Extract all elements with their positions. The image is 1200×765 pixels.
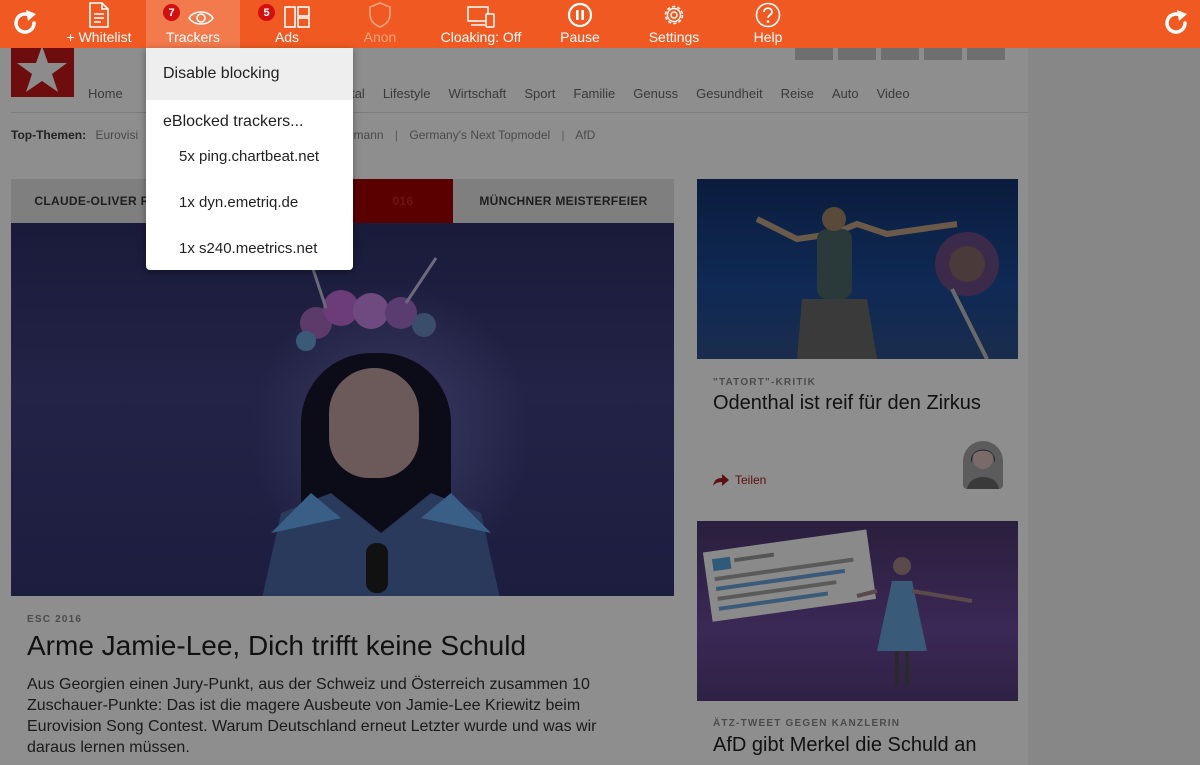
refresh-left-icon[interactable] [10, 8, 40, 38]
article-headline[interactable]: Arme Jamie-Lee, Dich trifft keine Schuld [27, 630, 526, 662]
card-headline[interactable]: AfD gibt Merkel die Schuld an [713, 734, 976, 757]
tracker-item[interactable]: 5x ping.chartbeat.net [179, 148, 319, 165]
page-margin [1028, 48, 1200, 765]
trackers-dropdown: Disable blocking eBlocked trackers... 5x… [146, 48, 353, 270]
eye-icon [188, 11, 214, 25]
star-logo-icon [17, 46, 67, 92]
trackers-button[interactable]: Trackers 7 [146, 0, 240, 48]
top-themen-link[interactable]: Eurovisi [95, 128, 138, 142]
anon-button[interactable]: Anon [350, 0, 410, 48]
question-icon [755, 2, 781, 28]
help-button[interactable]: Help [744, 0, 792, 48]
hero-image[interactable] [11, 223, 674, 596]
trackers-label: Trackers [166, 29, 220, 45]
whitelist-label: + Whitelist [66, 29, 132, 45]
nav-item-genuss[interactable]: Genuss [633, 86, 678, 101]
pause-label: Pause [560, 29, 600, 45]
main-article[interactable]: ESC 2016 Arme Jamie-Lee, Dich trifft kei… [11, 596, 674, 765]
card-headline[interactable]: Odenthal ist reif für den Zirkus [713, 392, 981, 415]
nav-item-auto[interactable]: Auto [832, 86, 859, 101]
nav-item-reise[interactable]: Reise [781, 86, 814, 101]
whitelist-button[interactable]: + Whitelist [60, 0, 138, 48]
pause-icon [567, 2, 593, 28]
nav-item-sport[interactable]: Sport [524, 86, 555, 101]
article-kicker: ESC 2016 [27, 614, 83, 625]
settings-label: Settings [648, 29, 700, 45]
nav-item-home[interactable]: Home [88, 86, 123, 101]
article-image [697, 521, 1018, 701]
document-icon [89, 2, 109, 28]
cloaking-button[interactable]: Cloaking: Off [430, 0, 532, 48]
nav-item-wirtschaft[interactable]: Wirtschaft [449, 86, 507, 101]
share-arrow-icon [713, 474, 729, 486]
devices-icon [467, 6, 495, 28]
nav-item-lifestyle[interactable]: Lifestyle [383, 86, 431, 101]
ads-count-badge: 5 [258, 4, 275, 21]
side-article-card[interactable]: "TATORT"-KRITIK Odenthal ist reif für de… [697, 179, 1018, 501]
tracker-item[interactable]: 1x dyn.emetriq.de [179, 194, 298, 211]
topic-tab[interactable]: MÜNCHNER MEISTERFEIER [453, 179, 674, 223]
article-teaser: Aus Georgien einen Jury-Punkt, aus der S… [27, 676, 597, 756]
top-themen-link[interactable]: AfD [575, 128, 595, 142]
tracker-item[interactable]: 1x s240.meetrics.net [179, 240, 317, 257]
author-avatar [963, 441, 1003, 489]
gear-icon [664, 5, 684, 25]
ads-label: Ads [274, 29, 300, 45]
shield-icon [369, 2, 391, 28]
ads-grid-icon [284, 6, 310, 28]
top-themen-link[interactable]: Germany's Next Topmodel [409, 128, 550, 142]
share-label: Teilen [735, 473, 767, 487]
nav-item-gesundheit[interactable]: Gesundheit [696, 86, 763, 101]
trackers-count-badge: 7 [163, 4, 180, 21]
anon-label: Anon [363, 29, 397, 45]
top-themen-label: Top-Themen: [11, 128, 87, 142]
refresh-right-icon[interactable] [1161, 8, 1191, 38]
ads-button[interactable]: Ads 5 [252, 0, 322, 48]
cloaking-label: Cloaking: Off [440, 29, 522, 45]
share-link[interactable]: Teilen [713, 473, 766, 487]
pause-button[interactable]: Pause [552, 0, 608, 48]
settings-button[interactable]: Settings [640, 0, 708, 48]
article-image [697, 179, 1018, 359]
card-kicker: "TATORT"-KRITIK [713, 377, 817, 388]
help-label: Help [753, 29, 783, 45]
nav-item-familie[interactable]: Familie [573, 86, 615, 101]
blocked-trackers-heading: eBlocked trackers... [163, 113, 304, 130]
card-kicker: ÄTZ-TWEET GEGEN KANZLERIN [713, 718, 901, 729]
adblocker-toolbar: + Whitelist Trackers 7 Ads 5 Anon Cloaki… [0, 0, 1200, 48]
nav-item-video[interactable]: Video [877, 86, 910, 101]
dress-graphic [262, 493, 500, 596]
side-article-card[interactable]: ÄTZ-TWEET GEGEN KANZLERIN AfD gibt Merke… [697, 521, 1018, 765]
disable-blocking-button[interactable]: Disable blocking [146, 48, 353, 100]
